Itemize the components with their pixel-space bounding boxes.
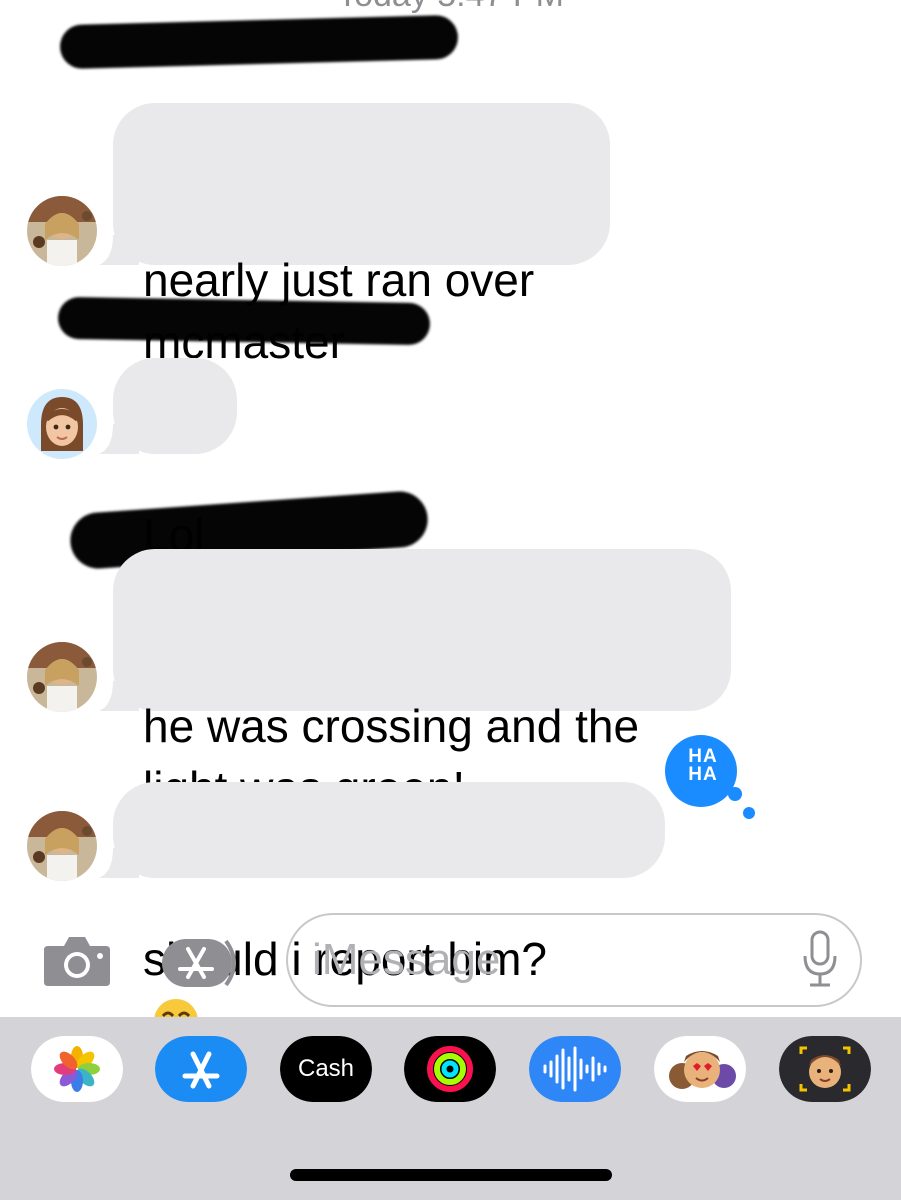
apple-cash-button[interactable]: Cash [280,1036,372,1102]
microphone-icon[interactable] [800,930,840,990]
bubble-tail [99,844,139,878]
input-placeholder: iMessage [312,935,501,984]
audio-message-button[interactable] [529,1036,621,1102]
contact-avatar[interactable] [27,196,97,266]
message-bubble[interactable]: Lol [99,358,237,561]
memoji-camera-button[interactable] [779,1036,871,1102]
camera-icon[interactable] [42,932,112,988]
memoji-camera-icon [779,1036,871,1102]
photos-app-button[interactable] [31,1036,123,1102]
bubble-tail [99,231,139,265]
contact-avatar[interactable] [27,642,97,712]
home-indicator[interactable] [290,1169,612,1181]
app-store-icon [155,1036,247,1102]
memoji-stickers-button[interactable] [654,1036,746,1102]
redacted-sender-name [59,14,459,70]
bubble-tail [99,420,139,454]
memoji-avatar[interactable] [27,389,97,459]
tapback-dot [743,807,755,819]
bubble-tail [99,677,139,711]
app-store-icon[interactable] [160,935,252,991]
timestamp: Today 5:47 PM [0,0,901,15]
memoji-stickers-icon [654,1036,746,1102]
fitness-button[interactable] [404,1036,496,1102]
apple-cash-label: Cash [297,1055,355,1082]
tapback-label: HA HA [688,746,718,785]
message-bubble[interactable]: should i report him? [99,782,665,1043]
photos-icon [31,1036,123,1102]
app-store-button[interactable] [155,1036,247,1102]
activity-rings-icon [404,1036,496,1102]
message-bubble[interactable]: nearly just ran over mcmaster [99,103,610,368]
contact-avatar[interactable] [27,811,97,881]
message-bubble[interactable]: he was crossing and the light was green! [99,549,731,814]
audio-waveform-icon [529,1036,621,1102]
